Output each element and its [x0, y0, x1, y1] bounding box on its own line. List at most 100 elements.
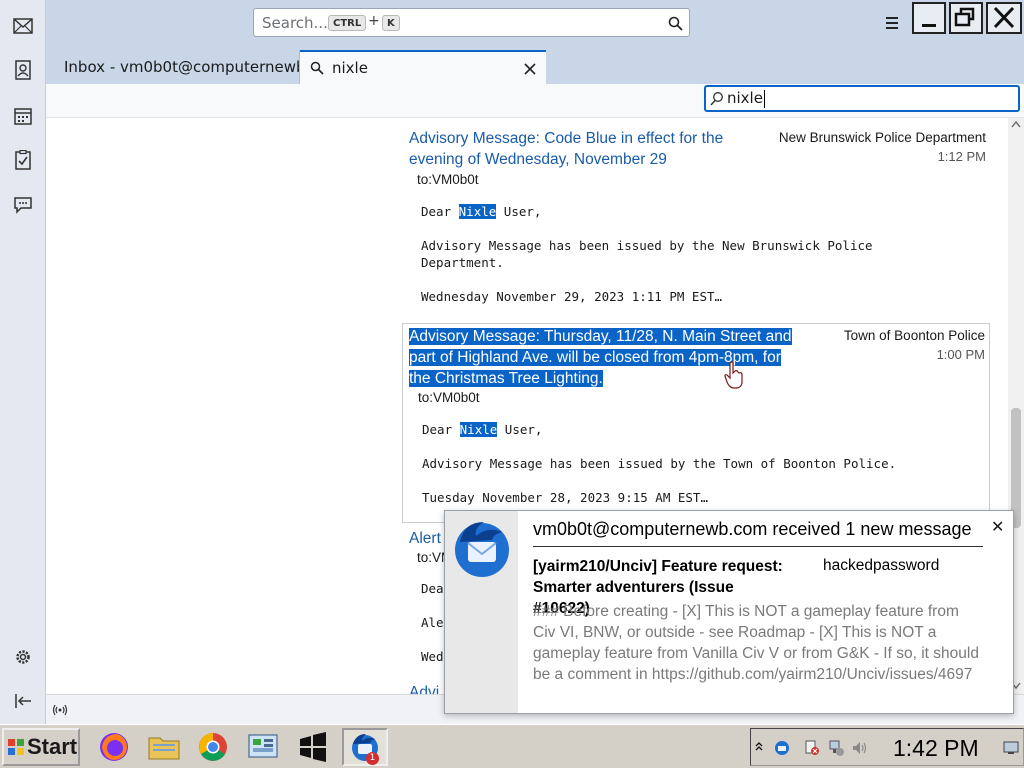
calendar-icon — [14, 108, 32, 125]
subject-line: the Christmas Tree Lighting. — [409, 370, 603, 387]
message-time: 1:12 PM — [937, 149, 986, 164]
show-desktop-icon[interactable] — [1003, 741, 1019, 755]
shortcut-plus: + — [368, 13, 380, 29]
greeting-suffix: User, — [496, 204, 542, 219]
message-subject[interactable]: Advi — [409, 682, 439, 694]
list-item[interactable]: Advisory Message: Code Blue in effect fo… — [402, 126, 990, 316]
filter-input[interactable]: nixle — [704, 85, 1020, 112]
tab-inbox-label: Inbox - vm0b0t@computernewb.com — [64, 58, 299, 76]
notification-sender: hackedpassword — [823, 557, 940, 574]
calendar-space-button[interactable] — [11, 104, 35, 128]
firefox-taskbar-button[interactable] — [94, 728, 134, 766]
message-subject[interactable]: Advisory Message: Code Blue in effect fo… — [409, 128, 723, 170]
tab-strip: Inbox - vm0b0t@computernewb.com nixle — [46, 46, 1024, 84]
start-button[interactable]: Start — [2, 728, 80, 766]
collapse-left-icon — [15, 694, 31, 708]
tasks-space-button[interactable] — [11, 148, 35, 172]
thunderbird-taskbar-button[interactable]: 1 — [342, 728, 388, 766]
thunderbird-tray-icon[interactable] — [773, 739, 791, 757]
body-line: Advisory Message has been issued by the … — [422, 456, 897, 471]
tab-nixle-search[interactable]: nixle — [300, 50, 546, 84]
chrome-icon — [199, 733, 227, 761]
new-mail-notification[interactable]: vm0b0t@computernewb.com received 1 new m… — [444, 510, 1014, 714]
close-icon — [993, 6, 1015, 29]
body-line: Ale — [421, 615, 444, 630]
control-panel-icon — [248, 734, 278, 758]
network-icon[interactable] — [827, 739, 845, 757]
collapse-spaces-button[interactable] — [11, 689, 35, 713]
shortcut-k-key: K — [382, 15, 400, 31]
body-line: Advisory Message has been issued by the … — [421, 238, 873, 253]
chat-icon — [14, 197, 32, 214]
scroll-up-icon[interactable] — [1011, 120, 1021, 128]
body-greeting: Dear Nixle User, — [422, 421, 542, 438]
gear-icon — [16, 650, 30, 664]
restore-button[interactable] — [949, 2, 983, 34]
greeting-prefix: Dear — [422, 422, 460, 437]
mail-space-button[interactable] — [11, 14, 35, 38]
file-explorer-taskbar-button[interactable] — [144, 728, 184, 766]
greeting-suffix: User, — [497, 422, 543, 437]
windows-logo-icon — [8, 739, 24, 755]
settings-button[interactable] — [11, 645, 35, 669]
global-search-input[interactable]: Search... CTRL + K — [253, 8, 690, 37]
message-time: 1:00 PM — [936, 347, 985, 362]
message-subject[interactable]: Alert — [409, 528, 441, 549]
control-panel-taskbar-button[interactable] — [243, 728, 283, 766]
subject-line: Advisory Message: Thursday, 11/28, N. Ma… — [409, 328, 792, 345]
facets-pane — [46, 118, 384, 694]
close-notification-button[interactable]: ✕ — [991, 517, 1004, 536]
tasks-icon — [15, 150, 31, 170]
search-icon — [310, 61, 324, 75]
tab-nixle-label: nixle — [332, 59, 368, 77]
body-line: Wed — [421, 649, 444, 664]
volume-icon[interactable] — [851, 739, 869, 757]
windows-tiles-icon — [300, 732, 326, 762]
app-menu-icon[interactable] — [884, 15, 902, 31]
tab-inbox[interactable]: Inbox - vm0b0t@computernewb.com — [52, 50, 300, 84]
body-line: Dea — [421, 581, 444, 596]
greeting-prefix: Dear — [421, 204, 459, 219]
minimize-button[interactable] — [912, 2, 946, 34]
mail-icon — [13, 18, 33, 34]
search-icon[interactable] — [668, 16, 683, 31]
folder-icon — [148, 737, 180, 760]
thunderbird-icon — [455, 522, 509, 577]
body-line: Department. — [421, 255, 504, 270]
notification-icon-panel — [445, 511, 518, 713]
filter-value: nixle — [727, 89, 763, 107]
search-placeholder: Search... — [262, 14, 328, 32]
action-center-icon[interactable] — [803, 739, 821, 757]
search-highlight: Nixle — [458, 204, 497, 219]
notification-title: vm0b0t@computernewb.com received 1 new m… — [533, 519, 972, 539]
spaces-toolbar — [0, 0, 46, 724]
chrome-taskbar-button[interactable] — [193, 728, 233, 766]
chat-space-button[interactable] — [11, 193, 35, 217]
message-recipient: to:VM0b0t — [418, 390, 480, 405]
app-taskbar-button[interactable] — [293, 728, 333, 766]
list-item-selected[interactable]: Advisory Message: Thursday, 11/28, N. Ma… — [402, 323, 990, 523]
search-highlight: Nixle — [459, 422, 498, 437]
close-window-button[interactable] — [986, 2, 1022, 34]
text-caret — [764, 90, 765, 108]
firefox-icon — [100, 733, 128, 761]
clock[interactable]: 1:42 PM — [893, 735, 979, 762]
start-label: Start — [27, 734, 78, 759]
body-line: Wednesday November 29, 2023 1:11 PM EST… — [421, 289, 723, 304]
address-book-space-button[interactable] — [11, 58, 35, 82]
show-hidden-icons-icon[interactable] — [755, 742, 763, 752]
divider — [533, 546, 983, 547]
message-recipient: to:VM0b0t — [417, 172, 479, 187]
address-book-icon — [15, 60, 31, 80]
body-greeting: Dear Nixle User, — [421, 203, 541, 220]
message-sender: New Brunswick Police Department — [778, 130, 986, 145]
hand-cursor-icon — [724, 361, 743, 389]
body-line: Tuesday November 28, 2023 9:15 AM EST… — [422, 490, 708, 505]
online-status-icon[interactable] — [52, 704, 68, 716]
message-sender: Town of Boonton Police — [843, 328, 985, 343]
unread-badge: 1 — [366, 752, 379, 765]
subject-line: evening of Wednesday, November 29 — [409, 151, 667, 168]
shortcut-ctrl-key: CTRL — [328, 15, 367, 31]
close-tab-icon[interactable] — [524, 63, 536, 75]
restore-icon — [954, 7, 975, 27]
